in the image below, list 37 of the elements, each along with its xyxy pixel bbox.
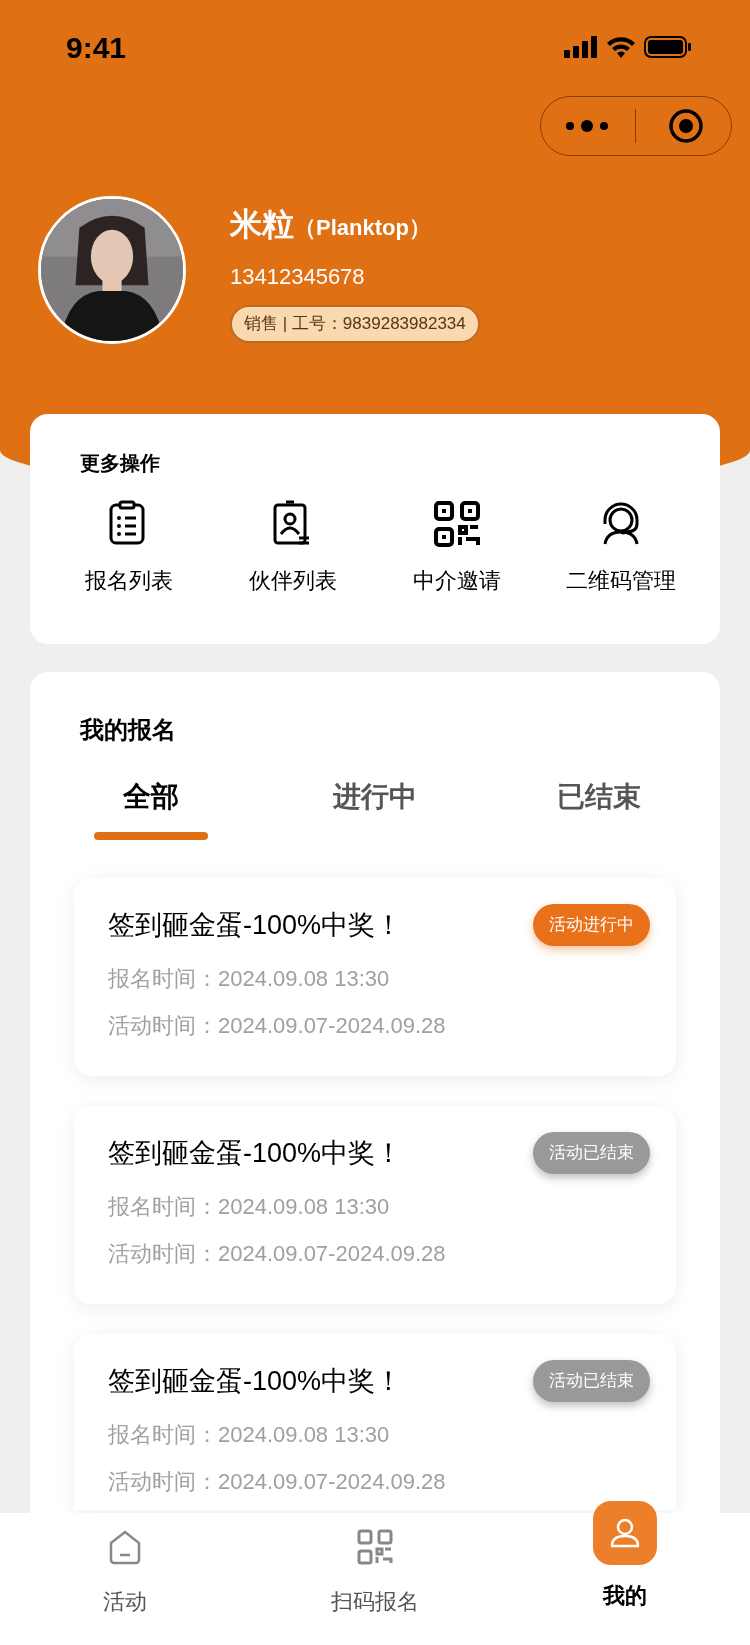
signup-time: 报名时间：2024.09.08 13:30	[108, 1192, 391, 1221]
signup-card[interactable]: 签到砸金蛋-100%中奖！ 活动已结束 报名时间：2024.09.08 13:30 活动时间：2024.09.07-2024.09.28	[74, 1106, 676, 1304]
signup-card[interactable]: 签到砸金蛋-100%中奖！ 活动进行中 报名时间：2024.09.08 13:30 活动时间：2024.09.07-2024.09.28	[74, 878, 676, 1076]
user-name: 米粒	[230, 205, 294, 244]
role-badge: 销售 | 工号：9839283982334	[230, 305, 480, 343]
section-title: 我的报名	[79, 715, 177, 745]
nav-tab[interactable]: 扫码报名	[295, 1515, 455, 1618]
signup-time: 报名时间：2024.09.08 13:30	[108, 1420, 391, 1449]
action-item[interactable]: 中介邀请	[392, 500, 522, 597]
status-time: 9:41	[66, 29, 127, 66]
battery-icon	[644, 36, 692, 58]
wifi-icon	[606, 36, 636, 58]
activity-time: 活动时间：2024.09.07-2024.09.28	[108, 1239, 447, 1268]
activity-time: 活动时间：2024.09.07-2024.09.28	[108, 1011, 447, 1040]
user-nickname: （Planktop）	[294, 214, 431, 242]
filter-tab[interactable]: 已结束	[557, 776, 641, 818]
signup-card[interactable]: 签到砸金蛋-100%中奖！ 活动已结束 报名时间：2024.09.08 13:30 活动时间：2024.09.07-2024.09.28	[74, 1334, 676, 1510]
activity-time: 活动时间：2024.09.07-2024.09.28	[108, 1467, 447, 1496]
status-badge: 活动进行中	[533, 904, 650, 946]
status-badge: 活动已结束	[533, 1360, 650, 1402]
phone-number: 13412345678	[230, 263, 366, 291]
activity-title: 签到砸金蛋-100%中奖！	[108, 908, 403, 942]
signup-time: 报名时间：2024.09.08 13:30	[108, 964, 391, 993]
qr-code-icon	[433, 500, 481, 548]
activity-title: 签到砸金蛋-100%中奖！	[108, 1136, 403, 1170]
signal-icon	[564, 36, 598, 58]
nav-tab[interactable]: 活动	[45, 1515, 205, 1618]
action-item[interactable]: 二维码管理	[556, 500, 686, 597]
activity-title: 签到砸金蛋-100%中奖！	[108, 1364, 403, 1398]
more-icon[interactable]	[565, 119, 609, 133]
filter-tab[interactable]: 全部	[123, 776, 179, 818]
qr-code-icon	[355, 1527, 395, 1567]
action-item[interactable]: 伙伴列表	[228, 500, 358, 597]
action-item[interactable]: 报名列表	[64, 500, 194, 597]
filter-tab[interactable]: 进行中	[333, 776, 417, 818]
section-title: 更多操作	[80, 451, 161, 476]
status-badge: 活动已结束	[533, 1132, 650, 1174]
